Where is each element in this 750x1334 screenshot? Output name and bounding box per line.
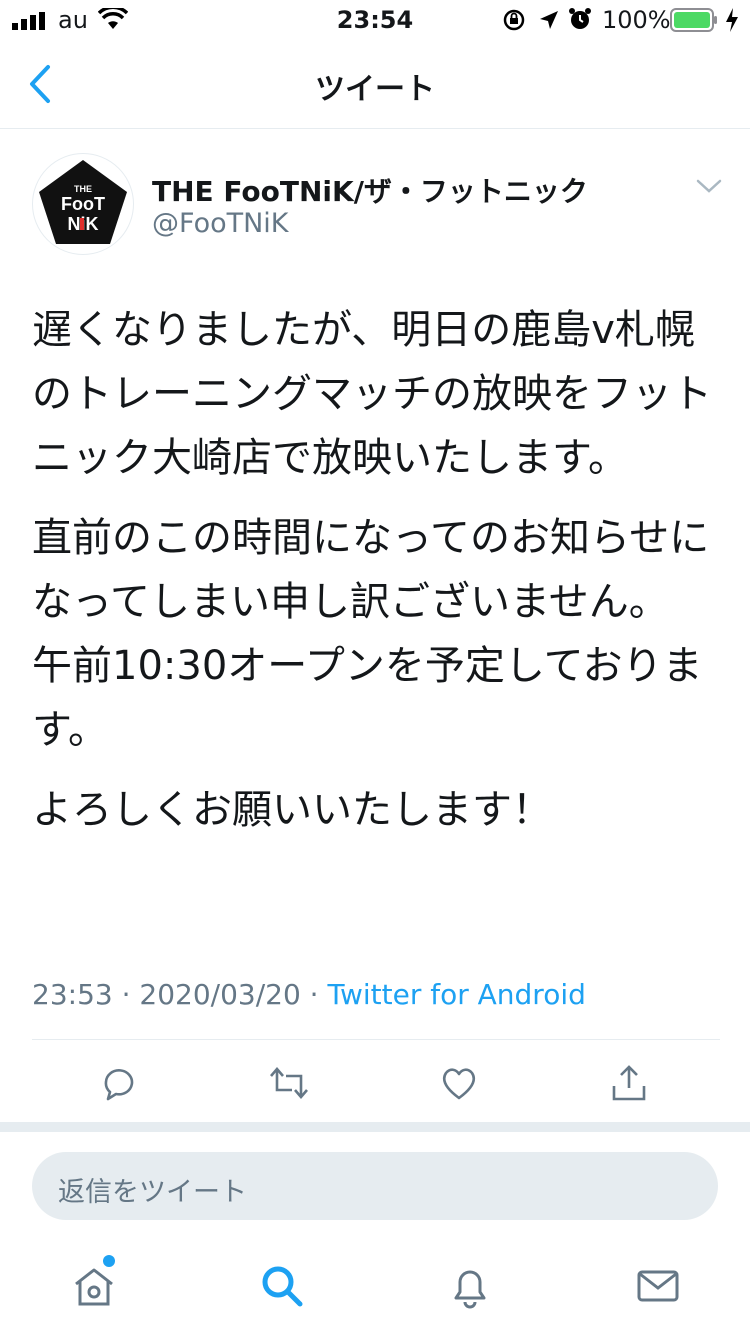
tweet-paragraph: 直前のこの時間になってのお知らせになってしまい申し訳ございません。 午前10:3… [32, 515, 710, 753]
avatar[interactable]: THE FooT NiK [32, 153, 134, 255]
location-icon [540, 11, 558, 29]
notifications-icon[interactable] [446, 1262, 494, 1310]
author-handle[interactable]: @FooTNiK [152, 208, 289, 239]
footnik-logo: THE FooT NiK [39, 160, 127, 244]
nav-header: ツイート [0, 40, 750, 129]
alarm-icon [569, 8, 591, 29]
search-icon[interactable] [258, 1262, 306, 1310]
chevron-down-icon[interactable] [694, 176, 724, 196]
divider [32, 1039, 720, 1040]
battery-icon [670, 8, 717, 32]
tweet-text: 遅くなりましたが、明日の鹿島v札幌のトレーニングマッチの放映をフットニック大崎店… [32, 298, 722, 858]
home-notification-dot [103, 1255, 115, 1267]
tweet-timestamp: 23:53 · 2020/03/20 · [32, 978, 328, 1011]
tweet-meta: 23:53 · 2020/03/20 · Twitter for Android [32, 978, 586, 1011]
section-separator [0, 1122, 750, 1132]
tweet-source-link[interactable]: Twitter for Android [327, 978, 585, 1011]
rotation-lock-icon [503, 9, 525, 31]
tweet-paragraph: よろしくお願いいたします！ [32, 787, 552, 833]
author-name[interactable]: THE FooTNiK/ザ・フットニック [152, 170, 588, 210]
messages-icon[interactable] [634, 1262, 682, 1310]
share-icon[interactable] [608, 1062, 650, 1104]
like-icon[interactable] [438, 1062, 480, 1104]
reply-placeholder: 返信をツイート [58, 1177, 247, 1208]
reply-input[interactable]: 返信をツイート [32, 1152, 718, 1220]
status-bar: au 23:54 100% [0, 0, 750, 40]
page-title: ツイート [315, 72, 435, 107]
retweet-icon[interactable] [268, 1062, 310, 1104]
home-icon[interactable] [70, 1262, 118, 1310]
charging-icon [726, 8, 738, 32]
tweet-paragraph: 遅くなりましたが、明日の鹿島v札幌のトレーニングマッチの放映をフットニック大崎店… [32, 307, 712, 481]
reply-icon[interactable] [98, 1062, 140, 1104]
logo-text-the: THE [74, 184, 92, 194]
logo-text-foot: FooT [61, 194, 105, 214]
battery-percent: 100% [602, 6, 671, 34]
